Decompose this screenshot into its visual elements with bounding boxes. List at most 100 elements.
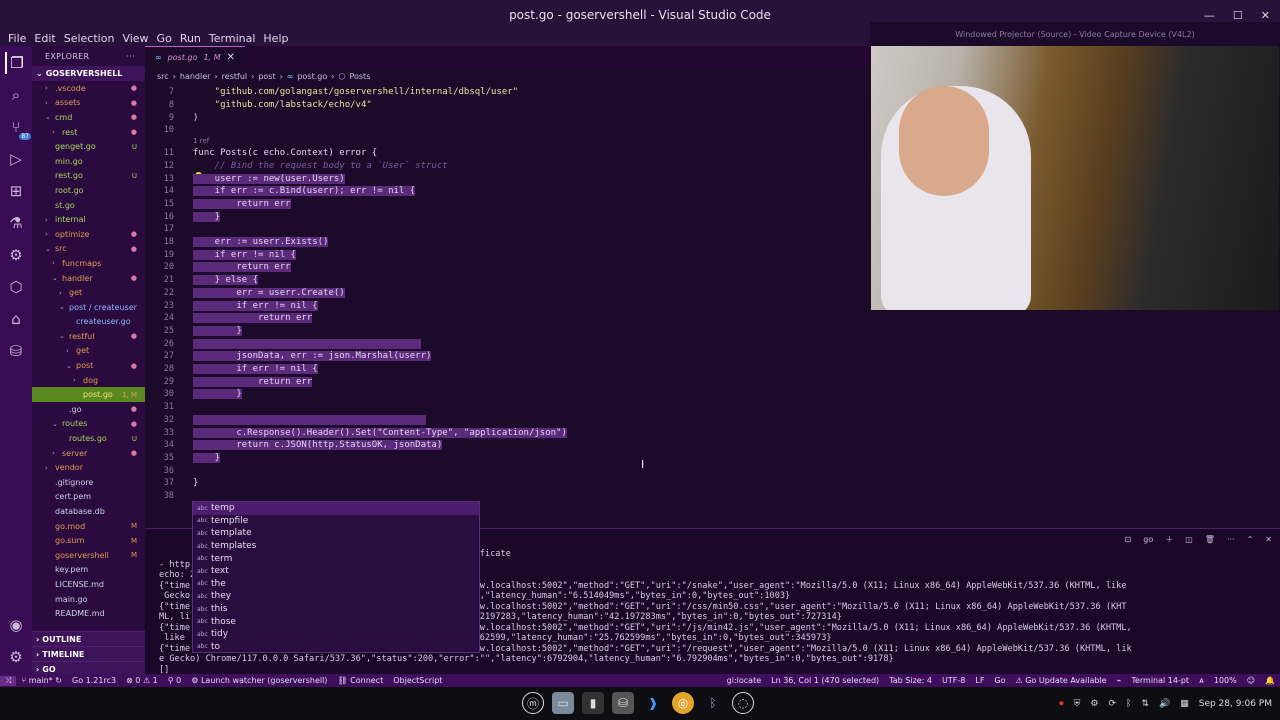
go-update[interactable]: ⚠ Go Update Available <box>1011 676 1112 685</box>
breadcrumb-post[interactable]: post <box>258 72 275 81</box>
menu-file[interactable]: File <box>4 32 30 45</box>
code-line[interactable]: 7 "github.com/golangast/goservershell/in… <box>145 86 870 99</box>
tree-file[interactable]: database.db <box>32 504 145 519</box>
locate-status[interactable]: gi:locate <box>722 676 766 685</box>
bluetooth-app-icon[interactable]: ᛒ <box>702 692 724 714</box>
code-line[interactable]: 31 <box>145 401 870 414</box>
tree-file[interactable]: go.mod M <box>32 519 145 534</box>
tree-file[interactable]: LICENSE.md <box>32 577 145 592</box>
font-icon[interactable]: ᴀ <box>1194 676 1209 685</box>
suggestion-item[interactable]: abc those <box>193 615 479 628</box>
code-line[interactable]: 27 jsonData, err := json.Marshal(userr) <box>145 350 870 363</box>
tree-file[interactable]: st.go <box>32 198 145 213</box>
suggestion-item[interactable]: abc the <box>193 578 479 591</box>
code-line[interactable]: 21 } else { <box>145 274 870 287</box>
minimize-icon[interactable]: — <box>1204 9 1215 22</box>
go-section[interactable]: › GO <box>32 661 145 674</box>
tree-file[interactable]: key.pem <box>32 563 145 578</box>
timeline-section[interactable]: › TIMELINE <box>32 646 145 661</box>
code-line[interactable]: 26 <box>145 337 870 350</box>
tree-file[interactable]: README.md <box>32 606 145 621</box>
manage-gear-icon[interactable]: ⚙ <box>5 646 27 668</box>
code-line[interactable]: 16 } <box>145 210 870 223</box>
tree-file[interactable]: routes.go U <box>32 431 145 446</box>
workspace-root[interactable]: ⌄ GOSERVERSHELL <box>32 66 145 81</box>
outline-section[interactable]: › OUTLINE <box>32 631 145 646</box>
code-line[interactable]: 24 return err <box>145 312 870 325</box>
network-icon[interactable]: ⇅ <box>1141 699 1149 709</box>
connect-status[interactable]: ⛓ Connect <box>332 676 388 685</box>
record-icon[interactable]: ⏺ <box>1059 699 1064 709</box>
suggestion-item[interactable]: abc temp <box>193 502 479 515</box>
menu-terminal[interactable]: Terminal <box>205 32 260 45</box>
code-line[interactable]: 33 c.Response().Header().Set("Content-Ty… <box>145 426 870 439</box>
files-icon[interactable]: ▭ <box>552 692 574 714</box>
split-terminal-icon[interactable]: ◫ <box>1185 535 1193 544</box>
suggestion-item[interactable]: abc this <box>193 603 479 616</box>
code-line[interactable]: 18 err := userr.Exists() <box>145 236 870 249</box>
calendar-icon[interactable]: ▦ <box>1180 699 1189 709</box>
menu-launcher-icon[interactable]: ⓜ <box>522 692 544 714</box>
tree-folder[interactable]: ⌄ routes ● <box>32 417 145 432</box>
explorer-icon[interactable]: ❐ <box>5 52 27 74</box>
suggestion-item[interactable]: abc term <box>193 552 479 565</box>
bookmark-icon[interactable]: ⌂ <box>5 308 27 330</box>
code-line[interactable]: 34 return c.JSON(http.StatusOK, jsonData… <box>145 439 870 452</box>
tree-file[interactable]: goservershell M <box>32 548 145 563</box>
code-line[interactable]: 23 if err != nil { <box>145 299 870 312</box>
tree-file[interactable]: min.go <box>32 154 145 169</box>
menu-go[interactable]: Go <box>153 32 176 45</box>
tree-folder[interactable]: › get <box>32 344 145 359</box>
shield-icon[interactable]: ⛨ <box>1074 699 1081 709</box>
code-line[interactable]: 13 userr := new(user.Users) <box>145 172 870 185</box>
suggestion-item[interactable]: abc template <box>193 527 479 540</box>
terminal-app-icon[interactable]: ▮ <box>582 692 604 714</box>
zoom-level[interactable]: 100% <box>1209 676 1242 685</box>
go-version[interactable]: Go 1.21rc3 <box>67 676 121 685</box>
extensions-icon[interactable]: ⊞ <box>5 180 27 202</box>
code-line[interactable]: 9) <box>145 111 870 124</box>
suggestion-item[interactable]: abc to <box>193 641 479 654</box>
suggestion-item[interactable]: abc they <box>193 590 479 603</box>
tree-folder[interactable]: › optimize ● <box>32 227 145 242</box>
network-manager-icon[interactable]: ⚙ <box>1090 699 1098 709</box>
tree-folder[interactable]: › rest ● <box>32 125 145 140</box>
tree-folder[interactable]: ⌄ src ● <box>32 242 145 257</box>
testing-icon[interactable]: ⚗ <box>5 212 27 234</box>
terminal-icon[interactable]: ⊡ <box>1125 535 1132 544</box>
vscode-app-icon[interactable]: ❱ <box>642 692 664 714</box>
tree-folder[interactable]: ⌄ cmd ● <box>32 110 145 125</box>
volume-icon[interactable]: 🔊 <box>1159 699 1170 709</box>
maximize-icon[interactable]: ☐ <box>1233 9 1243 22</box>
breadcrumb-symbol[interactable]: Posts <box>349 72 370 81</box>
tree-folder[interactable]: › internal <box>32 212 145 227</box>
tree-file[interactable]: .go ● <box>32 402 145 417</box>
remote-icon[interactable]: ⚙ <box>5 244 27 266</box>
tab-size[interactable]: Tab Size: 4 <box>884 676 937 685</box>
close-icon[interactable]: ✕ <box>227 52 235 63</box>
code-line[interactable]: 20 return err <box>145 261 870 274</box>
tree-file[interactable]: post.go 1, M <box>32 387 145 403</box>
chrome-app-icon[interactable]: ◎ <box>672 692 694 714</box>
database-icon[interactable]: ⛁ <box>5 340 27 362</box>
code-line[interactable]: 8 "github.com/labstack/echo/v4" <box>145 99 870 112</box>
tree-folder[interactable]: ⌄ post ● <box>32 358 145 373</box>
tree-file[interactable]: main.go <box>32 592 145 607</box>
code-line[interactable]: 36 <box>145 464 870 477</box>
more-actions-icon[interactable]: ··· <box>126 52 135 61</box>
new-terminal-icon[interactable]: ＋ <box>1165 534 1173 545</box>
code-line[interactable]: 15 return err <box>145 198 870 211</box>
broadcast-icon[interactable]: ⌁ <box>1112 676 1127 685</box>
code-line[interactable]: 14 if err := c.Bind(userr); err != nil { <box>145 185 870 198</box>
tree-file[interactable]: rest.go U <box>32 169 145 184</box>
tab-post-go[interactable]: ∞ post.go 1, M ✕ <box>145 46 245 68</box>
close-panel-icon[interactable]: ✕ <box>1265 535 1272 544</box>
more-actions-icon[interactable]: ··· <box>1227 535 1235 544</box>
tree-folder[interactable]: › vendor <box>32 460 145 475</box>
account-icon[interactable]: ◉ <box>5 614 27 636</box>
tree-file[interactable]: .gitignore <box>32 475 145 490</box>
breadcrumb-src[interactable]: src <box>157 72 169 81</box>
language-mode[interactable]: Go <box>989 676 1010 685</box>
code-line[interactable]: 12 // Bind the request body to a `User` … <box>145 160 870 173</box>
code-line[interactable]: 22 err = userr.Create() <box>145 287 870 300</box>
